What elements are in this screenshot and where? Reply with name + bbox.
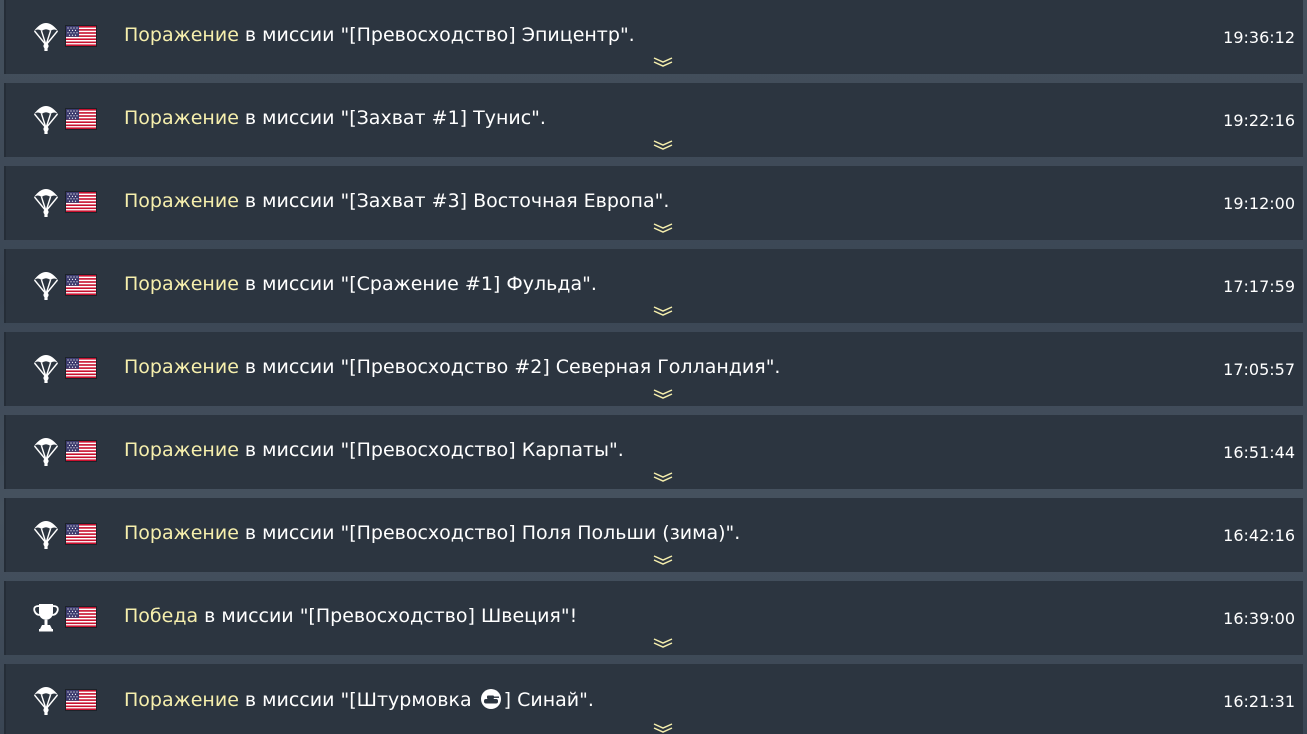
status-word: Поражение <box>124 356 239 378</box>
mission-text: в миссии "[Захват #1] Тунис". <box>238 107 546 129</box>
status-word: Поражение <box>124 107 239 129</box>
log-entry[interactable]: Поражение в миссии "[Захват #3] Восточна… <box>4 166 1303 240</box>
log-entry-text: Поражение в миссии "[Превосходство] Карп… <box>124 439 624 461</box>
log-entry[interactable]: Поражение в миссии "[Превосходство #2] С… <box>4 332 1303 406</box>
log-entry-time: 17:05:57 <box>1223 360 1295 379</box>
mission-text: в миссии "[Захват #3] Восточная Европа". <box>238 190 670 212</box>
log-entry[interactable]: Поражение в миссии "[Превосходство] Поля… <box>4 498 1303 572</box>
expand-chevron-icon[interactable] <box>652 554 674 566</box>
log-entry-time: 19:12:00 <box>1223 194 1295 213</box>
usa-flag-icon <box>66 441 96 461</box>
status-word: Поражение <box>124 522 239 544</box>
status-word: Победа <box>124 605 199 627</box>
mission-text: в миссии "[Превосходство] Поля Польши (з… <box>238 522 741 544</box>
log-entry-time: 16:51:44 <box>1223 443 1295 462</box>
log-entry[interactable]: Поражение в миссии "[Сражение #1] Фульда… <box>4 249 1303 323</box>
status-word: Поражение <box>124 273 239 295</box>
usa-flag-icon <box>66 607 96 627</box>
usa-flag-icon <box>66 109 96 129</box>
log-entry[interactable]: Поражение в миссии "[Захват #1] Тунис". … <box>4 83 1303 157</box>
log-entry-time: 16:39:00 <box>1223 609 1295 628</box>
log-entry[interactable]: Поражение в миссии "[Штурмовка ] Синай".… <box>4 664 1303 734</box>
log-entry-time: 17:17:59 <box>1223 277 1295 296</box>
log-entry-text: Поражение в миссии "[Сражение #1] Фульда… <box>124 273 597 295</box>
log-entry-time: 16:42:16 <box>1223 526 1295 545</box>
usa-flag-icon <box>66 192 96 212</box>
status-word: Поражение <box>124 689 239 711</box>
log-entry-text: Поражение в миссии "[Штурмовка ] Синай". <box>124 688 594 711</box>
log-entry-time: 19:36:12 <box>1223 28 1295 47</box>
parachute-icon <box>32 683 60 715</box>
mission-text: в миссии "[Превосходство] Швеция"! <box>198 605 578 627</box>
log-entry[interactable]: Поражение в миссии "[Превосходство] Карп… <box>4 415 1303 489</box>
mission-text: в миссии "[Превосходство] Карпаты". <box>238 439 624 461</box>
usa-flag-icon <box>66 358 96 378</box>
status-word: Поражение <box>124 439 239 461</box>
mission-text: в миссии "[Превосходство #2] Северная Го… <box>238 356 781 378</box>
expand-chevron-icon[interactable] <box>652 222 674 234</box>
parachute-icon <box>32 517 60 549</box>
expand-chevron-icon[interactable] <box>652 471 674 483</box>
mission-text: в миссии "[Превосходство] Эпицентр". <box>238 24 635 46</box>
trophy-icon <box>32 600 60 632</box>
expand-chevron-icon[interactable] <box>652 56 674 68</box>
mission-text: в миссии "[Сражение #1] Фульда". <box>238 273 597 295</box>
parachute-icon <box>32 268 60 300</box>
log-entry-text: Победа в миссии "[Превосходство] Швеция"… <box>124 605 577 627</box>
log-entry-text: Поражение в миссии "[Захват #1] Тунис". <box>124 107 546 129</box>
log-entry-text: Поражение в миссии "[Превосходство] Эпиц… <box>124 24 635 46</box>
parachute-icon <box>32 185 60 217</box>
log-entry-time: 16:21:31 <box>1223 692 1295 711</box>
parachute-icon <box>32 351 60 383</box>
expand-chevron-icon[interactable] <box>652 637 674 649</box>
log-entry[interactable]: Победа в миссии "[Превосходство] Швеция"… <box>4 581 1303 655</box>
expand-chevron-icon[interactable] <box>652 388 674 400</box>
usa-flag-icon <box>66 690 96 710</box>
mission-text-before: в миссии "[Штурмовка <box>238 689 478 711</box>
usa-flag-icon <box>66 275 96 295</box>
parachute-icon <box>32 19 60 51</box>
log-entry[interactable]: Поражение в миссии "[Превосходство] Эпиц… <box>4 0 1303 74</box>
mission-text-after: ] Синай". <box>503 689 594 711</box>
log-entry-time: 19:22:16 <box>1223 111 1295 130</box>
usa-flag-icon <box>66 524 96 544</box>
expand-chevron-icon[interactable] <box>652 305 674 317</box>
parachute-icon <box>32 102 60 134</box>
status-word: Поражение <box>124 190 239 212</box>
status-word: Поражение <box>124 24 239 46</box>
log-entry-text: Поражение в миссии "[Превосходство] Поля… <box>124 522 740 544</box>
parachute-icon <box>32 434 60 466</box>
tank-icon <box>480 688 502 710</box>
usa-flag-icon <box>66 26 96 46</box>
expand-chevron-icon[interactable] <box>652 722 674 734</box>
log-entry-text: Поражение в миссии "[Превосходство #2] С… <box>124 356 780 378</box>
expand-chevron-icon[interactable] <box>652 139 674 151</box>
battle-log-list: Поражение в миссии "[Превосходство] Эпиц… <box>0 0 1307 734</box>
log-entry-text: Поражение в миссии "[Захват #3] Восточна… <box>124 190 669 212</box>
